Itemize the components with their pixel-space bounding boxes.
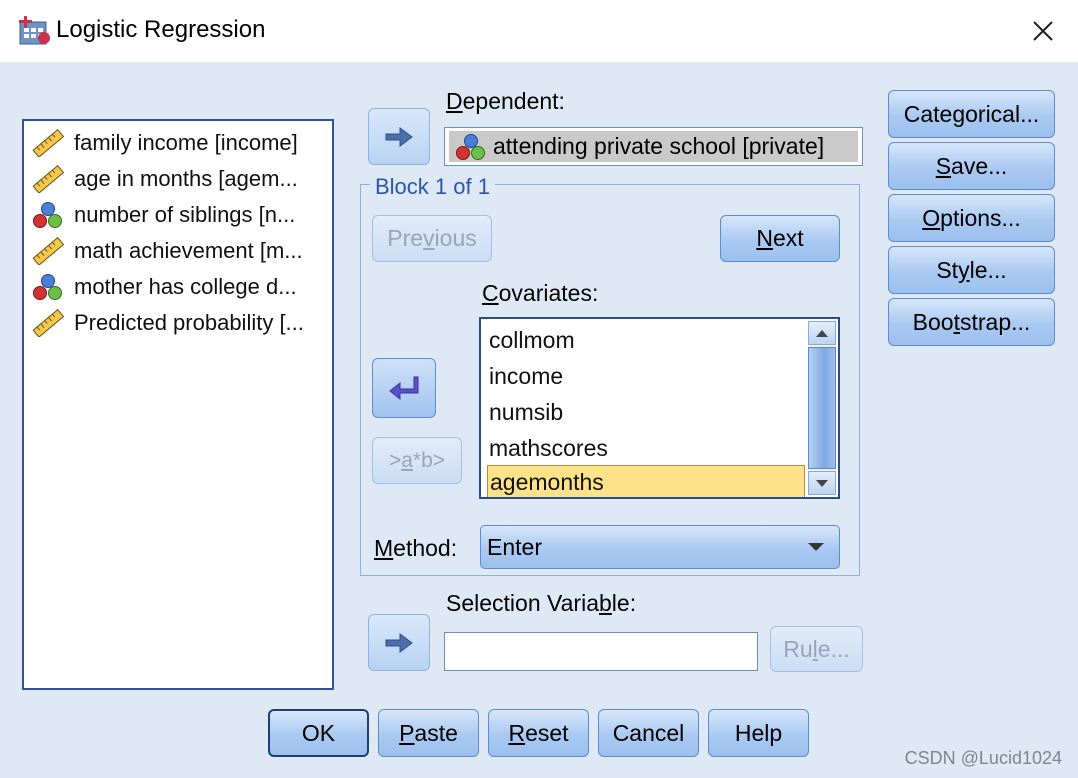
variable-label: family income [income]	[74, 130, 298, 155]
list-item[interactable]: mathscores	[487, 431, 805, 465]
arrow-right-icon	[385, 632, 413, 653]
scroll-thumb[interactable]	[808, 347, 836, 469]
selection-variable-field[interactable]	[444, 632, 758, 671]
move-from-covariates-button[interactable]	[372, 358, 436, 418]
interaction-button[interactable]: > a *b>	[372, 437, 462, 484]
variable-label: age in months [agem...	[74, 166, 298, 191]
list-item[interactable]: age in months [agem...	[32, 161, 332, 197]
style-button[interactable]: St y le...	[888, 246, 1055, 294]
dependent-value-text: attending private school [private]	[493, 133, 825, 159]
paste-button[interactable]: Paste	[378, 709, 479, 757]
scale-ruler-icon	[32, 129, 64, 157]
covariates-list[interactable]: collmom income numsib mathscores agemont…	[479, 317, 840, 499]
method-select[interactable]: Enter	[480, 525, 840, 569]
nominal-balls-icon	[456, 133, 485, 160]
list-item[interactable]: family income [income]	[32, 125, 332, 161]
scale-ruler-icon	[32, 309, 64, 337]
covariates-scrollbar[interactable]	[808, 321, 836, 495]
next-button[interactable]: Next	[720, 215, 840, 262]
arrow-left-return-icon	[389, 376, 419, 401]
bootstrap-button[interactable]: Boo t strap...	[888, 298, 1055, 346]
selection-variable-label: Selection Variable:	[446, 590, 637, 616]
scale-ruler-icon	[32, 237, 64, 265]
help-button[interactable]: Help	[708, 709, 809, 757]
list-item[interactable]: number of siblings [n...	[32, 197, 332, 233]
list-item[interactable]: Predicted probability [...	[32, 305, 332, 341]
dependent-label: Dependent:	[446, 88, 565, 114]
list-item-selected[interactable]: agemonths	[487, 465, 805, 497]
ok-button[interactable]: OK	[268, 709, 369, 757]
scroll-down-button[interactable]	[808, 471, 836, 495]
nominal-balls-icon	[33, 202, 62, 228]
arrow-right-icon	[385, 126, 413, 147]
spss-dialog-icon	[19, 16, 50, 45]
previous-button[interactable]: Pre v ious	[372, 215, 492, 262]
scale-ruler-icon	[32, 165, 64, 193]
title-bar: Logistic Regression	[0, 0, 1078, 62]
source-variable-list[interactable]: family income [income] age in months [ag…	[22, 119, 334, 690]
method-label: Method:	[374, 535, 458, 561]
variable-label: mother has college d...	[74, 274, 297, 299]
list-item[interactable]: collmom	[487, 323, 805, 357]
list-item[interactable]: math achievement [m...	[32, 233, 332, 269]
save-button[interactable]: Save...	[888, 142, 1055, 190]
triangle-down-icon	[816, 479, 828, 487]
move-to-selection-button[interactable]	[368, 614, 430, 671]
scroll-up-button[interactable]	[808, 321, 836, 345]
variable-label: number of siblings [n...	[74, 202, 296, 227]
window-title: Logistic Regression	[56, 16, 266, 43]
cancel-button[interactable]: Cancel	[598, 709, 699, 757]
nominal-balls-icon	[33, 274, 62, 300]
method-value: Enter	[487, 533, 542, 560]
list-item[interactable]: income	[487, 359, 805, 393]
variable-label: math achievement [m...	[74, 238, 303, 263]
close-icon[interactable]	[1024, 12, 1062, 50]
move-to-dependent-button[interactable]	[368, 108, 430, 165]
reset-button[interactable]: Reset	[488, 709, 589, 757]
chevron-down-icon	[808, 543, 824, 551]
triangle-up-icon	[816, 329, 828, 337]
options-button[interactable]: Options...	[888, 194, 1055, 242]
dependent-value[interactable]: attending private school [private]	[449, 131, 858, 162]
covariates-label: Covariates:	[482, 280, 599, 306]
list-item[interactable]: mother has college d...	[32, 269, 332, 305]
rule-button[interactable]: Ru l e...	[770, 626, 863, 672]
watermark: CSDN @Lucid1024	[904, 748, 1062, 768]
list-item[interactable]: numsib	[487, 395, 805, 429]
categorical-button[interactable]: Cate g orical...	[888, 90, 1055, 138]
variable-label: Predicted probability [...	[74, 310, 304, 335]
block-title: Block 1 of 1	[370, 174, 495, 200]
dependent-field[interactable]: attending private school [private]	[444, 127, 863, 166]
